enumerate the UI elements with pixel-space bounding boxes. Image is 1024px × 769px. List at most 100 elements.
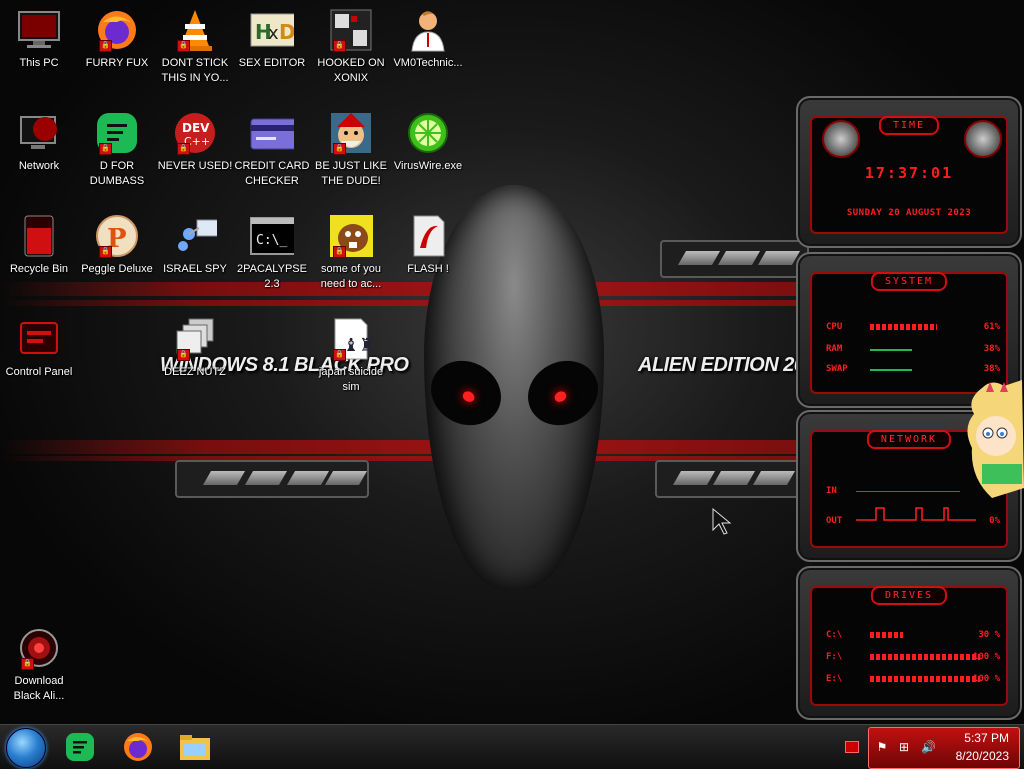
recycle-bin-icon xyxy=(17,214,61,258)
svg-text:♝♜: ♝♜ xyxy=(343,335,373,355)
show-hidden-icons-button[interactable] xyxy=(845,741,859,753)
network-gadget-title: NETWORK xyxy=(866,430,952,449)
desktop-icon-recycle-bin[interactable]: Recycle Bin xyxy=(1,214,77,277)
desktop-icon-vm0technic[interactable]: VM0Technic... xyxy=(390,8,466,71)
desktop-icon-flash[interactable]: FLASH ! xyxy=(390,214,466,277)
network-icon[interactable]: ⊞ xyxy=(897,740,911,754)
ram-label: RAM xyxy=(826,344,843,354)
desktop-icon-furry-fux[interactable]: 🔒 FURRY FUX xyxy=(79,8,155,71)
desktop-icon-some-of-you[interactable]: 🔒 some of you need to ac... xyxy=(313,214,389,292)
monitor-icon xyxy=(17,8,61,52)
drive-e-bar xyxy=(870,676,980,682)
command-prompt-icon: C:\_ xyxy=(250,214,294,258)
desktop-icon-label: DONT STICK THIS IN YO... xyxy=(161,57,229,84)
desktop-icon-d-for-dumbass[interactable]: 🔒 D FOR DUMBASS xyxy=(79,111,155,189)
tray-clock-date[interactable]: 8/20/2023 xyxy=(956,749,1009,763)
desktop-icon-viruswire[interactable]: VirusWire.exe xyxy=(390,111,466,174)
drive-f-bar xyxy=(870,654,980,660)
gadget-clock: 17:37:01 xyxy=(864,164,954,182)
desktop-icon-label: FLASH ! xyxy=(407,263,449,275)
drive-e-row: E:\ 100 % xyxy=(826,674,1000,686)
taskbar-notes-app[interactable] xyxy=(60,729,100,765)
swap-bar xyxy=(870,369,912,371)
desktop-icon-hooked-on-xonix[interactable]: 🔒 HOOKED ON XONIX xyxy=(313,8,389,86)
desktop-icon-label: ISRAEL SPY xyxy=(163,263,227,275)
desktop-icon-this-pc[interactable]: This PC xyxy=(1,8,77,71)
hxd-editor-icon: HxD xyxy=(250,8,294,52)
drives-gadget[interactable]: DRIVES C:\ 30 % F:\ 100 % E:\ 100 % xyxy=(796,566,1022,720)
wallpaper-right-text: ALIEN EDITION 20 xyxy=(638,354,805,376)
drive-f-label: F:\ xyxy=(826,652,843,662)
desktop-icon-label: VirusWire.exe xyxy=(393,160,463,172)
mouse-cursor-icon xyxy=(712,508,732,535)
desktop-icon-label: DEEZ NUTZ xyxy=(164,366,226,378)
chess-game-icon: ♝♜ 🔒 xyxy=(329,317,373,361)
desktop-icon-2pacalypse[interactable]: C:\_ 2PACALYPSE 2.3 xyxy=(234,214,310,292)
credit-card-icon xyxy=(250,111,294,155)
desktop-icon-israel-spy[interactable]: ISRAEL SPY xyxy=(157,214,233,277)
desktop-icon-be-just-like-the-dude[interactable]: 🔒 BE JUST LIKE THE DUDE! xyxy=(313,111,389,189)
drives-gadget-title: DRIVES xyxy=(870,586,948,605)
cpu-label: CPU xyxy=(826,322,843,332)
tray-clock-time[interactable]: 5:37 PM xyxy=(964,731,1009,745)
desktop-icon-label: This PC xyxy=(19,57,59,69)
elf-face-icon: 🔒 xyxy=(329,111,373,155)
desktop-icon-label: Network xyxy=(18,160,60,172)
alien-logo-icon xyxy=(822,120,860,158)
swap-label: SWAP xyxy=(826,364,848,374)
firefox-icon xyxy=(124,733,152,761)
desktop-icon-dont-stick[interactable]: 🔒 DONT STICK THIS IN YO... xyxy=(157,8,233,86)
flag-icon[interactable]: ⚑ xyxy=(875,740,889,754)
ram-value: 38% xyxy=(983,344,1000,354)
desktop-icon-label: 2PACALYPSE 2.3 xyxy=(237,263,307,290)
network-in-label: IN xyxy=(826,486,837,496)
desktop-icon-control-panel[interactable]: Control Panel xyxy=(1,317,77,380)
time-gadget[interactable]: TIME 17:37:01 SUNDAY 20 AUGUST 2023 xyxy=(796,96,1022,248)
drive-c-value: 30 % xyxy=(978,630,1000,640)
desktop-icon-peggle-deluxe[interactable]: P 🔒 Peggle Deluxe xyxy=(79,214,155,277)
desktop-icon-label: CREDIT CARD CHECKER xyxy=(234,160,310,187)
alien-logo-icon xyxy=(964,120,1002,158)
system-gadget-title: SYSTEM xyxy=(870,272,948,291)
desktop-icon-label: NEVER USED! xyxy=(157,160,233,172)
technician-person-icon xyxy=(406,8,450,52)
desktop-icon-download-black-alien[interactable]: 🔒 Download Black Ali... xyxy=(1,626,77,704)
desktop-icon-label: SEX EDITOR xyxy=(238,57,306,69)
drive-c-label: C:\ xyxy=(826,630,843,640)
svg-text:DEV: DEV xyxy=(182,121,210,135)
peggle-icon: P 🔒 xyxy=(95,214,139,258)
notes-app-icon: 🔒 xyxy=(95,111,139,155)
time-gadget-title: TIME xyxy=(878,116,940,135)
swap-value: 38% xyxy=(983,364,1000,374)
cpu-bar xyxy=(870,324,937,330)
drive-f-row: F:\ 100 % xyxy=(826,652,1000,664)
drive-f-value: 100 % xyxy=(972,652,1000,662)
flash-document-icon xyxy=(406,214,450,258)
desktop-icon-network[interactable]: Network xyxy=(1,111,77,174)
xonix-game-icon: 🔒 xyxy=(329,8,373,52)
start-button[interactable] xyxy=(6,728,46,768)
network-globe-icon xyxy=(17,111,61,155)
drive-e-label: E:\ xyxy=(826,674,843,684)
desktop-icon-credit-card-checker[interactable]: CREDIT CARD CHECKER xyxy=(234,111,310,189)
desktop-icon-sex-editor[interactable]: HxD SEX EDITOR xyxy=(234,8,310,71)
vlc-cone-icon: 🔒 xyxy=(173,8,217,52)
desktop-icon-label: japan suicide sim xyxy=(318,366,384,393)
ram-bar xyxy=(870,349,912,351)
drive-e-value: 100 % xyxy=(972,674,1000,684)
network-in-graph xyxy=(856,491,960,492)
desktop-icon-never-used[interactable]: DEV C++ 🔒 NEVER USED! xyxy=(157,111,233,174)
ram-stat-row: RAM 38% xyxy=(826,344,1000,356)
firefox-icon: 🔒 xyxy=(95,8,139,52)
desktop-icon-label: FURRY FUX xyxy=(85,57,149,69)
svg-text:x: x xyxy=(268,23,279,44)
volume-icon[interactable]: 🔊 xyxy=(921,740,936,754)
desktop-icon-label: Recycle Bin xyxy=(9,263,69,275)
cpu-value: 61% xyxy=(983,322,1000,332)
taskbar-firefox[interactable] xyxy=(118,729,158,765)
desktop-icon-deez-nutz[interactable]: 🔒 DEEZ NUTZ xyxy=(157,317,233,380)
desktop-icon-japan-suicide-sim[interactable]: ♝♜ 🔒 japan suicide sim xyxy=(313,317,389,395)
lime-wire-icon xyxy=(406,111,450,155)
desktop-icon-label: some of you need to ac... xyxy=(320,263,382,290)
taskbar-file-explorer[interactable] xyxy=(175,729,215,765)
